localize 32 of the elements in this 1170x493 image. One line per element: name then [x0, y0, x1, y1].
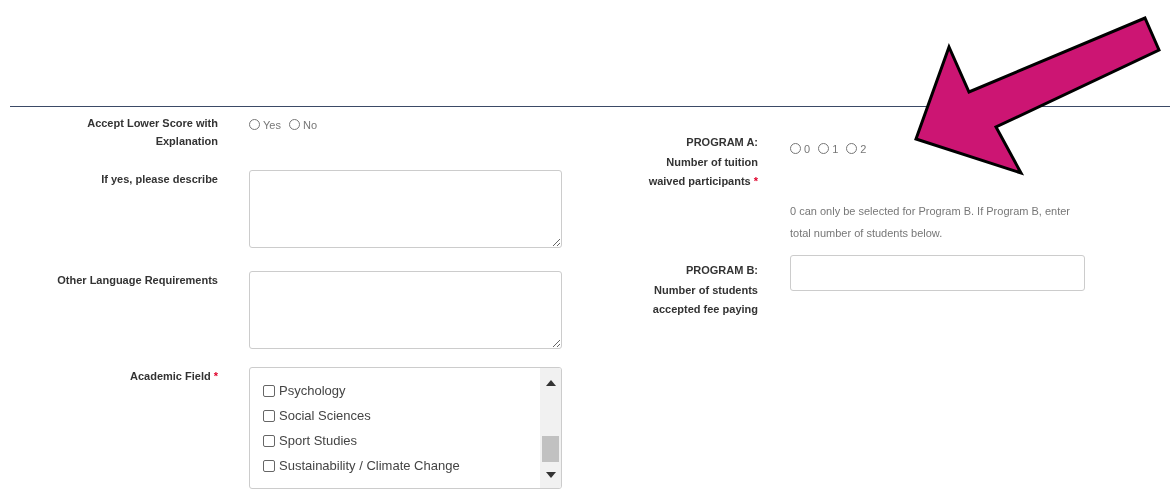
checkbox[interactable] — [263, 434, 275, 447]
radio-option[interactable]: 2 — [846, 139, 867, 158]
scrollbar[interactable] — [540, 368, 561, 488]
checkbox-item[interactable]: Psychology — [263, 382, 540, 399]
field-label: Other Language Requirements — [57, 274, 218, 286]
field-label: waived participants * — [648, 174, 758, 189]
field-label: accepted fee paying — [652, 302, 758, 317]
radio-option[interactable]: 0 — [790, 139, 811, 158]
number-input[interactable] — [790, 255, 1085, 291]
scroll-down-icon[interactable] — [545, 472, 556, 478]
required-asterisk: * — [753, 175, 758, 187]
scroll-thumb[interactable] — [542, 436, 559, 462]
checkbox[interactable] — [263, 409, 275, 422]
field-label: Number of students — [654, 282, 758, 298]
checkbox-item[interactable]: Sustainability / Climate Change — [263, 457, 540, 474]
radio-option[interactable]: No — [288, 115, 317, 134]
field-label: Accept Lower Score with Explanation — [86, 116, 218, 149]
radio-option[interactable]: Yes — [249, 115, 281, 134]
field-label: Academic Field — [130, 370, 211, 382]
required-asterisk: * — [213, 370, 218, 382]
radio-option[interactable]: 1 — [818, 139, 839, 158]
field-label: PROGRAM A: — [686, 135, 758, 150]
field-label: If yes, please describe — [101, 173, 218, 185]
field-label: PROGRAM B: — [685, 263, 758, 278]
checkbox-item[interactable]: Sport Studies — [263, 432, 540, 449]
checkbox[interactable] — [263, 384, 275, 397]
checkbox-item[interactable]: Social Sciences — [263, 407, 540, 424]
help-text: 0 can only be selected for Program B. If Program B, enter total number of students below. — [790, 203, 1072, 241]
checkbox-list[interactable]: Psychology Social Sciences Sport Studies Sustainability / Climate Change — [249, 367, 562, 489]
checkbox[interactable] — [263, 459, 275, 472]
field-label: Number of tuition — [666, 154, 758, 170]
scroll-up-icon[interactable] — [545, 380, 556, 386]
